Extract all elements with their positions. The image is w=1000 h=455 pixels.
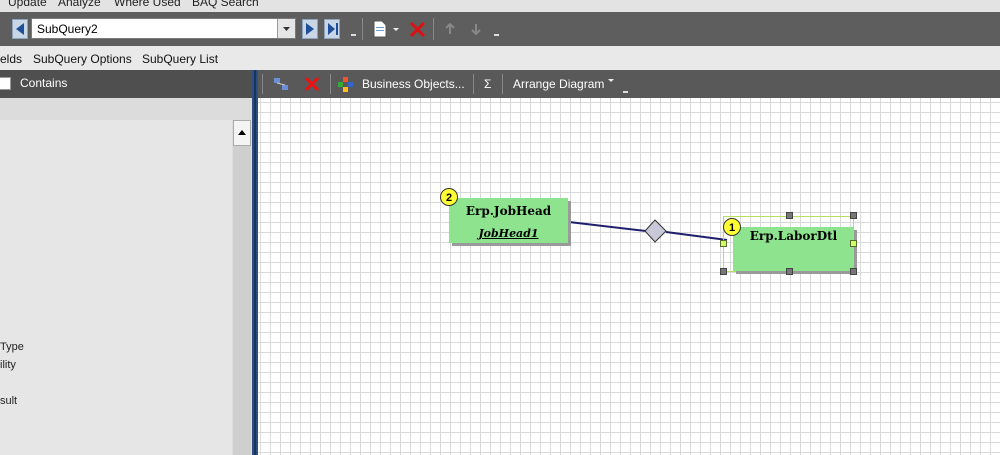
resize-handle[interactable] [786, 268, 793, 275]
caret-down-icon[interactable] [393, 28, 399, 32]
add-table-icon[interactable] [338, 77, 353, 92]
toolbar-overflow-icon[interactable] [351, 34, 356, 36]
property-type: Type [0, 341, 24, 353]
diagram-canvas[interactable]: Erp.JobHead JobHead1 2 Erp.LaborDtl 1 [258, 98, 1000, 455]
menu-analyze[interactable]: Analyze [58, 0, 101, 9]
resize-handle[interactable] [850, 212, 857, 219]
arrange-diagram-button[interactable]: Arrange Diagram [513, 77, 604, 91]
join-link[interactable] [258, 98, 1000, 455]
toolbar-separator [473, 74, 474, 94]
caret-down-icon[interactable] [608, 79, 614, 83]
menu-bar: Update Analyze Where Used BAQ Search [0, 0, 1000, 12]
resize-handle[interactable] [850, 240, 857, 247]
scroll-up-button[interactable] [233, 120, 251, 146]
toolbar-overflow-icon[interactable] [494, 34, 499, 36]
arrow-down-icon[interactable] [471, 23, 481, 35]
subquery-toolbar: SubQuery2 [0, 12, 1000, 46]
subquery-select-value: SubQuery2 [37, 22, 98, 36]
menu-baq-search[interactable]: BAQ Search [192, 0, 259, 9]
business-objects-button[interactable]: Business Objects... [362, 77, 465, 91]
resize-handle[interactable] [850, 268, 857, 275]
table-order-badge: 1 [723, 218, 741, 236]
toolbar-separator [502, 74, 503, 94]
property-visibility: ility [0, 359, 16, 371]
table-relations-icon[interactable] [273, 76, 289, 92]
contains-label: Contains [20, 76, 68, 90]
left-panel-scrollbar[interactable] [233, 120, 251, 455]
last-subquery-button[interactable] [324, 19, 340, 39]
chevron-down-icon[interactable] [277, 19, 295, 38]
diagram-toolbar: Business Objects... Σ Arrange Diagram [258, 70, 1000, 98]
next-subquery-button[interactable] [302, 19, 318, 39]
new-document-icon[interactable] [373, 20, 387, 38]
table-labordtl[interactable]: Erp.LaborDtl [733, 227, 854, 271]
toolbar-separator [433, 18, 434, 40]
contains-checkbox[interactable] [0, 77, 11, 90]
prev-subquery-button[interactable] [12, 19, 28, 39]
resize-handle[interactable] [720, 240, 727, 247]
delete-icon[interactable] [304, 76, 320, 92]
subquery-select[interactable]: SubQuery2 [31, 18, 296, 39]
table-name: Erp.LaborDtl [749, 229, 838, 243]
menu-where-used[interactable]: Where Used [114, 0, 181, 9]
triangle-left-icon [16, 23, 24, 35]
toolbar-grip [262, 74, 263, 94]
properties-list: Type ility sult [0, 120, 232, 455]
table-name: Erp.JobHead [465, 204, 552, 218]
tab-subquery-list[interactable]: SubQuery List [142, 52, 218, 66]
property-result: sult [0, 395, 18, 407]
subquery-tabs: elds SubQuery Options SubQuery List [0, 46, 1000, 70]
join-diamond-icon [644, 219, 667, 243]
table-alias: JobHead1 [478, 227, 539, 240]
panel-splitter-line [254, 70, 256, 455]
resize-handle[interactable] [720, 268, 727, 275]
menu-update[interactable]: Update [8, 0, 47, 9]
left-panel-header: Contains [0, 70, 252, 98]
delete-icon[interactable] [409, 21, 426, 38]
tab-subquery-options[interactable]: SubQuery Options [33, 52, 132, 66]
sum-button[interactable]: Σ [484, 77, 491, 91]
toolbar-separator [330, 74, 331, 94]
table-order-badge: 2 [440, 188, 458, 206]
toolbar-separator [362, 18, 363, 40]
arrow-up-icon[interactable] [445, 23, 455, 35]
toolbar-overflow-icon[interactable] [623, 91, 628, 93]
table-jobhead[interactable]: Erp.JobHead JobHead1 [449, 198, 568, 243]
tab-fields[interactable]: elds [0, 52, 22, 66]
triangle-last-icon [328, 23, 338, 35]
resize-handle[interactable] [786, 212, 793, 219]
triangle-right-icon [306, 23, 314, 35]
